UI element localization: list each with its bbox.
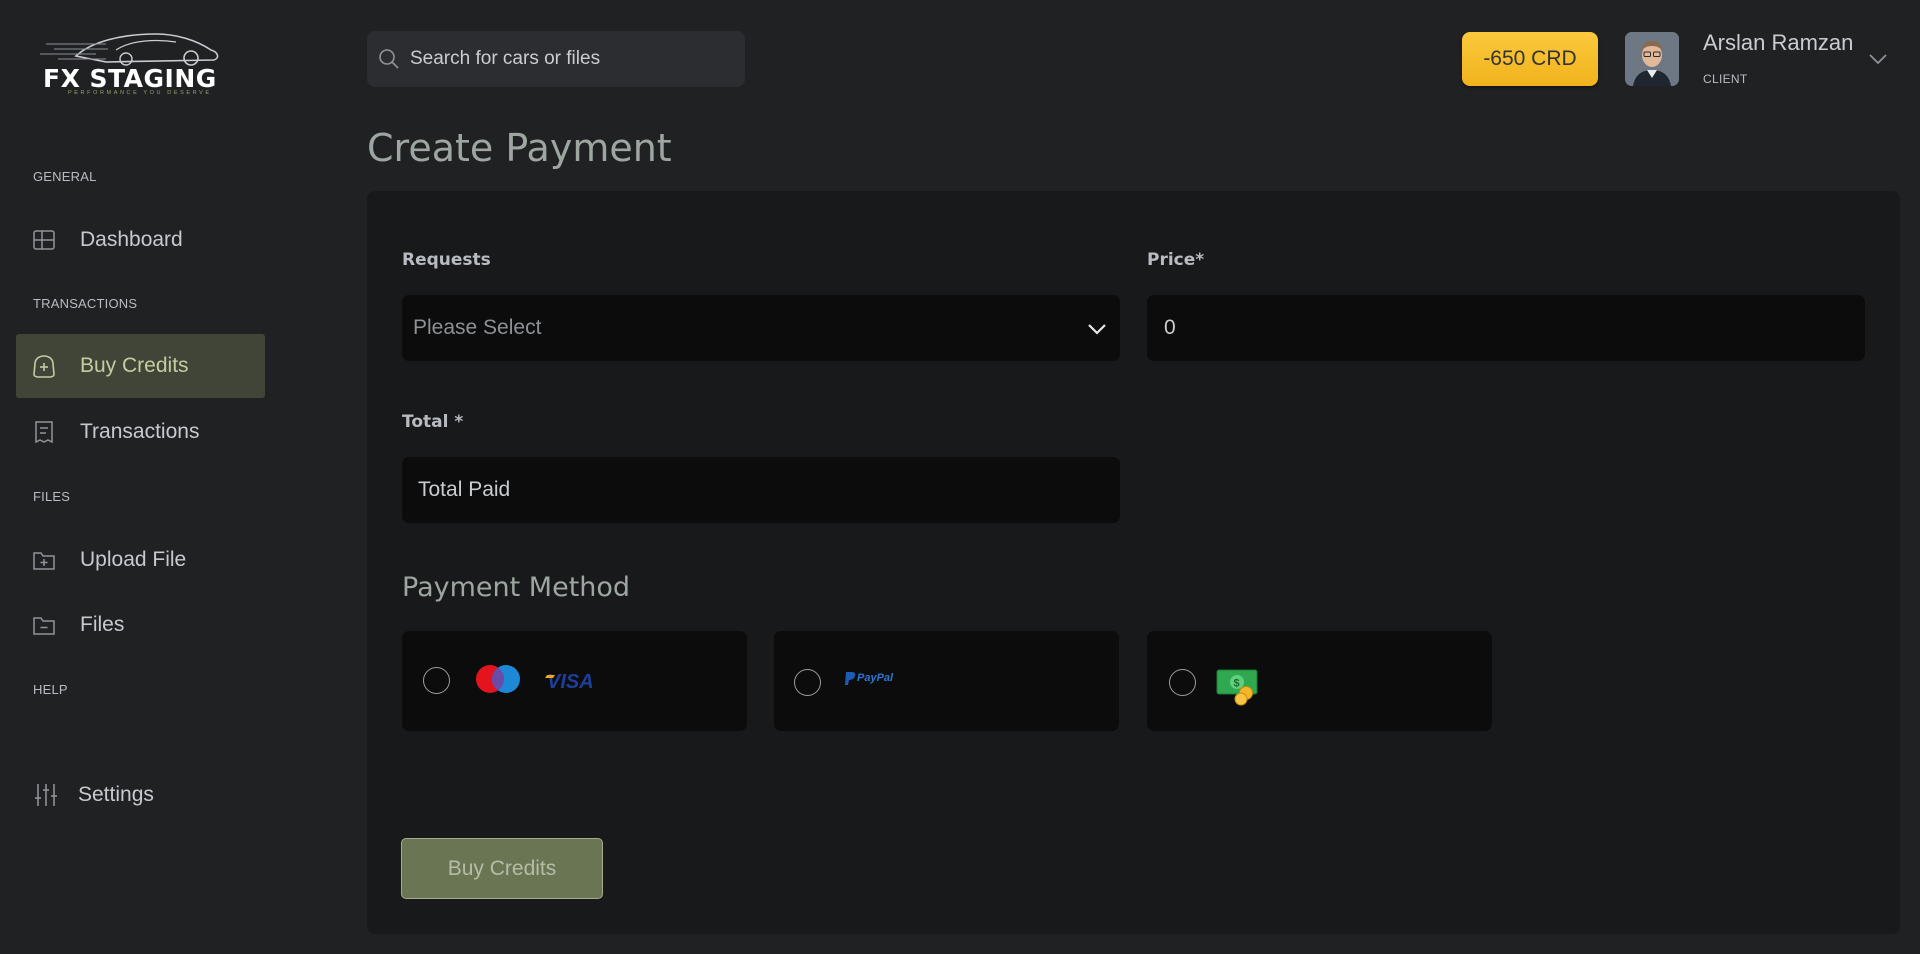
payment-method-card-radio[interactable] <box>423 667 450 694</box>
payment-form-card: Requests Please Select Price* 0 Total * … <box>367 191 1900 934</box>
payment-method-card[interactable]: VISA <box>402 631 747 731</box>
payment-method-title: Payment Method <box>402 572 631 603</box>
sidebar-item-transactions[interactable]: Transactions <box>16 400 265 464</box>
requests-label: Requests <box>402 250 491 270</box>
brand-name: FX STAGING <box>43 64 217 93</box>
sliders-icon <box>32 781 60 809</box>
payment-method-paypal[interactable]: PayPal <box>774 631 1119 731</box>
chevron-down-icon[interactable] <box>1868 52 1888 66</box>
search-input[interactable] <box>410 48 730 70</box>
requests-select-value: Please Select <box>413 316 542 339</box>
visa-label: VISA <box>547 671 594 693</box>
price-input[interactable]: 0 <box>1147 295 1865 361</box>
sidebar-item-label: Settings <box>78 783 154 806</box>
avatar[interactable] <box>1625 32 1679 86</box>
cash-icon: $ <box>1216 667 1260 707</box>
folder-minus-icon <box>30 611 58 639</box>
payment-method-paypal-radio[interactable] <box>794 669 821 696</box>
user-name: Arslan Ramzan <box>1703 30 1854 55</box>
sidebar-item-upload-file[interactable]: Upload File <box>16 528 265 592</box>
credits-bag-icon <box>30 352 58 380</box>
grid-icon <box>30 226 58 254</box>
brand-tagline: PERFORMANCE YOU DESERVE <box>68 90 212 96</box>
price-label: Price* <box>1147 250 1205 270</box>
credits-badge[interactable]: -650 CRD <box>1462 32 1598 86</box>
total-label: Total * <box>402 412 464 432</box>
sidebar-item-dashboard[interactable]: Dashboard <box>16 208 265 272</box>
search-bar[interactable] <box>367 31 745 87</box>
sidebar: FX STAGING PERFORMANCE YOU DESERVE GENER… <box>0 0 281 954</box>
section-label-general: GENERAL <box>33 169 97 184</box>
chevron-down-icon <box>1086 319 1108 335</box>
svg-text:$: $ <box>1234 678 1240 690</box>
user-role: CLIENT <box>1703 72 1748 86</box>
folder-plus-icon <box>30 546 58 574</box>
total-input[interactable]: Total Paid <box>402 457 1120 523</box>
visa-icon: VISA <box>545 669 599 693</box>
sidebar-item-buy-credits[interactable]: Buy Credits <box>16 334 265 398</box>
sidebar-item-settings[interactable]: Settings <box>16 763 265 827</box>
sidebar-item-label: Dashboard <box>80 228 183 251</box>
paypal-label: PayPal <box>857 672 894 684</box>
section-label-transactions: TRANSACTIONS <box>33 296 138 311</box>
buy-credits-button[interactable]: Buy Credits <box>401 838 603 899</box>
section-label-files: FILES <box>33 489 71 504</box>
paypal-icon: PayPal <box>844 669 904 689</box>
payment-method-cash-radio[interactable] <box>1169 669 1196 696</box>
section-label-help: HELP <box>33 682 68 697</box>
sidebar-item-label: Buy Credits <box>80 354 189 377</box>
sidebar-item-label: Transactions <box>80 420 200 443</box>
receipt-icon <box>30 418 58 446</box>
brand-logo[interactable]: FX STAGING PERFORMANCE YOU DESERVE <box>36 28 252 98</box>
total-value: Total Paid <box>418 478 511 501</box>
price-value: 0 <box>1164 316 1176 339</box>
mastercard-icon <box>475 663 521 695</box>
sidebar-item-files[interactable]: Files <box>16 593 265 657</box>
sidebar-item-label: Upload File <box>80 548 187 571</box>
search-icon <box>377 47 401 71</box>
sidebar-item-label: Files <box>80 613 125 636</box>
page-title: Create Payment <box>367 126 672 170</box>
payment-method-cash[interactable]: $ <box>1147 631 1492 731</box>
requests-select[interactable]: Please Select <box>402 295 1120 361</box>
